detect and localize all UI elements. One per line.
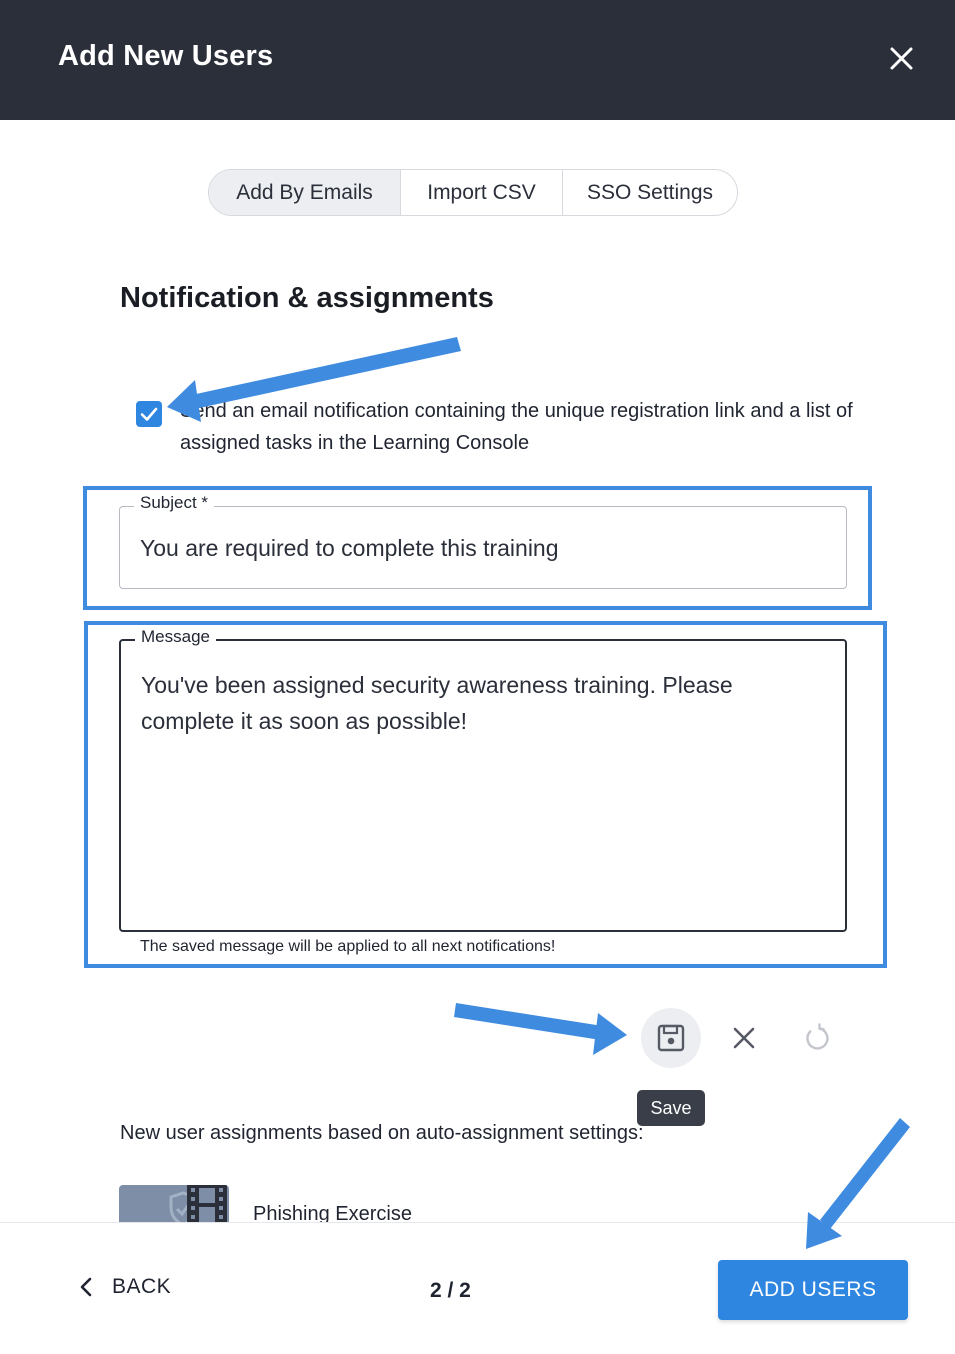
modal-header: Add New Users <box>0 0 955 120</box>
tab-import-csv[interactable]: Import CSV <box>401 170 563 215</box>
discard-message-button[interactable] <box>714 1008 774 1068</box>
section-title: Notification & assignments <box>120 282 494 314</box>
add-method-tabs: Add By Emails Import CSV SSO Settings <box>208 169 738 216</box>
back-button[interactable]: BACK <box>78 1275 171 1299</box>
save-tooltip: Save <box>637 1090 705 1126</box>
add-new-users-modal: Add New Users Add By Emails Import CSV S… <box>0 0 955 1354</box>
message-label: Message <box>135 627 216 647</box>
close-button[interactable] <box>880 38 922 80</box>
save-message-button[interactable] <box>641 1008 701 1068</box>
subject-label: Subject * <box>134 493 215 513</box>
subject-field[interactable]: Subject * You are required to complete t… <box>119 493 847 589</box>
send-notification-checkbox[interactable] <box>136 401 162 427</box>
floppy-disk-icon <box>657 1024 685 1052</box>
subject-value: You are required to complete this traini… <box>140 535 559 561</box>
chevron-left-icon <box>80 1277 92 1297</box>
back-button-label: BACK <box>112 1275 172 1298</box>
tab-sso-settings[interactable]: SSO Settings <box>563 170 737 215</box>
tab-add-by-emails[interactable]: Add By Emails <box>209 170 401 215</box>
message-field[interactable]: Message You've been assigned security aw… <box>119 627 847 932</box>
add-users-button[interactable]: ADD USERS <box>718 1260 908 1320</box>
send-notification-label: Send an email notification containing th… <box>180 400 853 454</box>
close-icon <box>733 1027 755 1049</box>
reset-icon <box>806 1023 829 1050</box>
arrow-to-save-button <box>454 1003 627 1055</box>
reset-message-button[interactable] <box>786 1008 846 1068</box>
modal-title: Add New Users <box>58 40 274 72</box>
checkmark-icon <box>140 407 158 421</box>
message-helper-text: The saved message will be applied to all… <box>140 938 556 955</box>
shield-film-icon <box>169 1185 227 1225</box>
assignment-thumbnail <box>119 1185 229 1225</box>
step-indicator: 2 / 2 <box>430 1279 471 1302</box>
message-value: You've been assigned security awareness … <box>141 672 733 734</box>
close-icon <box>890 47 913 70</box>
assignments-heading: New user assignments based on auto-assig… <box>120 1122 644 1144</box>
modal-footer: BACK 2 / 2 ADD USERS <box>0 1222 955 1354</box>
